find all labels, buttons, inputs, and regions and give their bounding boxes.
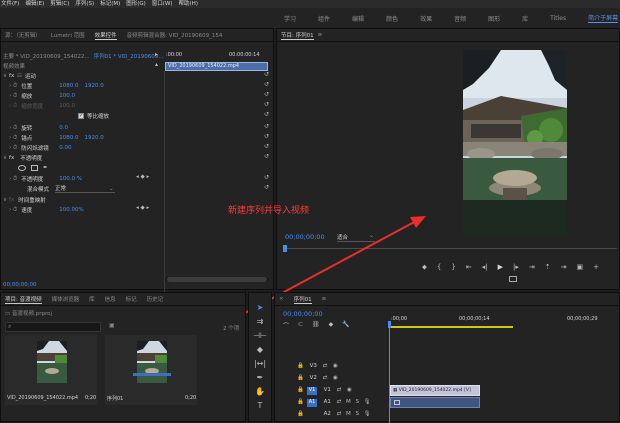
- timeline-audio-clip[interactable]: [390, 397, 480, 408]
- a1-solo-button[interactable]: S: [355, 399, 359, 405]
- tab-media-browser[interactable]: 媒体浏览器: [52, 295, 80, 303]
- sequence-item-name: 序列01: [107, 396, 124, 402]
- project-tabs: 项目: 音渡视频 媒体浏览器 库 信息 标记 历史记: [1, 293, 245, 306]
- track-a1-header: 🔒 A1 ⇄ M S 🎙: [297, 399, 371, 405]
- project-file-name: 音渡视频.prproj: [11, 311, 52, 317]
- timeline-tabs: × 序列01 ≡: [275, 293, 619, 306]
- snap-icon[interactable]: ⊂: [298, 321, 303, 330]
- pen-tool-icon[interactable]: ✒: [257, 373, 264, 382]
- a2-lock-icon[interactable]: 🔒: [297, 411, 304, 417]
- ripple-edit-tool-icon[interactable]: ⊣⊢: [253, 331, 267, 340]
- v3-lock-icon[interactable]: 🔒: [297, 363, 304, 369]
- tab-project-label: 项目: 音渡视频: [5, 297, 42, 304]
- sequence-badge: [133, 373, 171, 376]
- video-item-name: VID_20190609_154022.mp4: [7, 395, 79, 401]
- add-marker-icon[interactable]: ◆: [329, 321, 334, 330]
- a1-mute-button[interactable]: M: [346, 399, 351, 405]
- timeline-timecode[interactable]: 00;00;00;00: [283, 310, 323, 318]
- track-v1-header: 🔒 V1 ⇄ ◉: [297, 387, 352, 393]
- video-clip-label: VID_20190609_154022.mp4 [V]: [398, 388, 471, 393]
- v2-label[interactable]: V2: [310, 375, 317, 381]
- tab-info[interactable]: 信息: [105, 295, 116, 303]
- tools-panel: ➤ ⇉ ⊣⊢ ◆ |↔| ✒ ✋ T: [248, 292, 272, 422]
- hand-tool-icon[interactable]: ✋: [255, 387, 265, 396]
- ruler-label-2: 00;00;00;29: [567, 316, 598, 322]
- project-panel: 项目: 音渡视频 媒体浏览器 库 信息 标记 历史记 ▭ 音渡视频.prproj…: [0, 292, 246, 422]
- track-v2-header: 🔒 V2 ⇄ ◉: [297, 375, 338, 381]
- project-search-input[interactable]: ⌕: [5, 322, 101, 332]
- work-area-bar[interactable]: [389, 326, 513, 328]
- type-tool-icon[interactable]: T: [258, 401, 263, 410]
- a2-sync-icon[interactable]: ⇄: [337, 411, 342, 417]
- tab-history[interactable]: 历史记: [147, 295, 164, 303]
- ruler-label-0: :00;00: [391, 316, 408, 322]
- a2-mute-button[interactable]: M: [346, 411, 351, 417]
- v1-sync-icon[interactable]: ⇄: [337, 387, 342, 393]
- new-bin-icon[interactable]: ▣: [109, 322, 115, 329]
- v3-label[interactable]: V3: [310, 363, 317, 369]
- project-item-sequence[interactable]: 序列01 0;20: [105, 335, 197, 405]
- v3-eye-icon[interactable]: ◉: [333, 363, 338, 369]
- a1-sync-icon[interactable]: ⇄: [337, 399, 342, 405]
- v2-eye-icon[interactable]: ◉: [333, 375, 338, 381]
- a1-lock-icon[interactable]: 🔒: [297, 399, 304, 405]
- timeline-panel: × 序列01 ≡ 00;00;00;00 ⌒ ⊂ ⛓ ◆ 🔧 :00;00 00…: [274, 292, 620, 423]
- ruler-label-1: 00;00;00;14: [459, 316, 490, 322]
- v1-eye-icon[interactable]: ◉: [347, 387, 352, 393]
- v3-sync-icon[interactable]: ⇄: [323, 363, 328, 369]
- razor-tool-icon[interactable]: ◆: [257, 345, 263, 354]
- tab-sequence-label: 序列01: [293, 297, 312, 304]
- a2-label[interactable]: A2: [324, 411, 331, 417]
- track-v3-header: 🔒 V3 ⇄ ◉: [297, 363, 338, 369]
- sequence-thumbnail: [137, 341, 167, 383]
- item-count: 2 个项: [223, 326, 240, 332]
- timeline-playhead-handle[interactable]: [388, 321, 391, 328]
- a1-label[interactable]: A1: [324, 399, 331, 405]
- a2-mic-icon[interactable]: 🎙: [364, 411, 371, 417]
- linked-selection-icon[interactable]: ⛓: [312, 321, 320, 330]
- tab-project[interactable]: 项目: 音渡视频: [5, 295, 42, 304]
- timeline-tool-row: ⌒ ⊂ ⛓ ◆ 🔧: [283, 321, 350, 330]
- sequence-item-duration: 0;20: [185, 395, 197, 401]
- tab-sequence[interactable]: 序列01: [293, 295, 312, 304]
- project-item-video[interactable]: VID_20190609_154022.mp4 0;20: [5, 335, 97, 405]
- search-icon: ⌕: [8, 323, 12, 330]
- a1-mic-icon[interactable]: 🎙: [364, 399, 371, 405]
- video-thumbnail: [37, 341, 67, 383]
- v2-sync-icon[interactable]: ⇄: [323, 375, 328, 381]
- v1-lock-icon[interactable]: 🔒: [297, 387, 304, 393]
- timeline-close-icon[interactable]: ×: [279, 296, 284, 302]
- a2-solo-button[interactable]: S: [355, 411, 359, 417]
- nest-icon[interactable]: ⌒: [283, 321, 289, 330]
- track-select-tool-icon[interactable]: ⇉: [257, 317, 264, 326]
- folder-icon: ▭: [5, 311, 11, 317]
- tab-markers[interactable]: 标记: [126, 295, 137, 303]
- slip-tool-icon[interactable]: |↔|: [254, 359, 266, 368]
- v1-label[interactable]: V1: [324, 387, 331, 393]
- timeline-menu-icon[interactable]: ≡: [322, 296, 327, 302]
- track-area: 🔒 V3 ⇄ ◉ 🔒 V2 ⇄ ◉ V1 🔒 V1 ⇄ ◉ A1 🔒 A1 ⇄ …: [275, 353, 620, 423]
- tab-libraries[interactable]: 库: [89, 295, 95, 303]
- wrench-icon[interactable]: 🔧: [342, 321, 349, 330]
- track-a2-header: 🔒 A2 ⇄ M S 🎙: [297, 411, 371, 417]
- selection-tool-icon[interactable]: ➤: [257, 303, 264, 312]
- v2-lock-icon[interactable]: 🔒: [297, 375, 304, 381]
- project-folder-row: ▭ 音渡视频.prproj: [5, 309, 52, 317]
- timeline-video-clip[interactable]: ▦ VID_20190609_154022.mp4 [V]: [390, 385, 480, 396]
- video-item-duration: 0;20: [85, 395, 97, 401]
- audio-clip-icon: [394, 400, 400, 405]
